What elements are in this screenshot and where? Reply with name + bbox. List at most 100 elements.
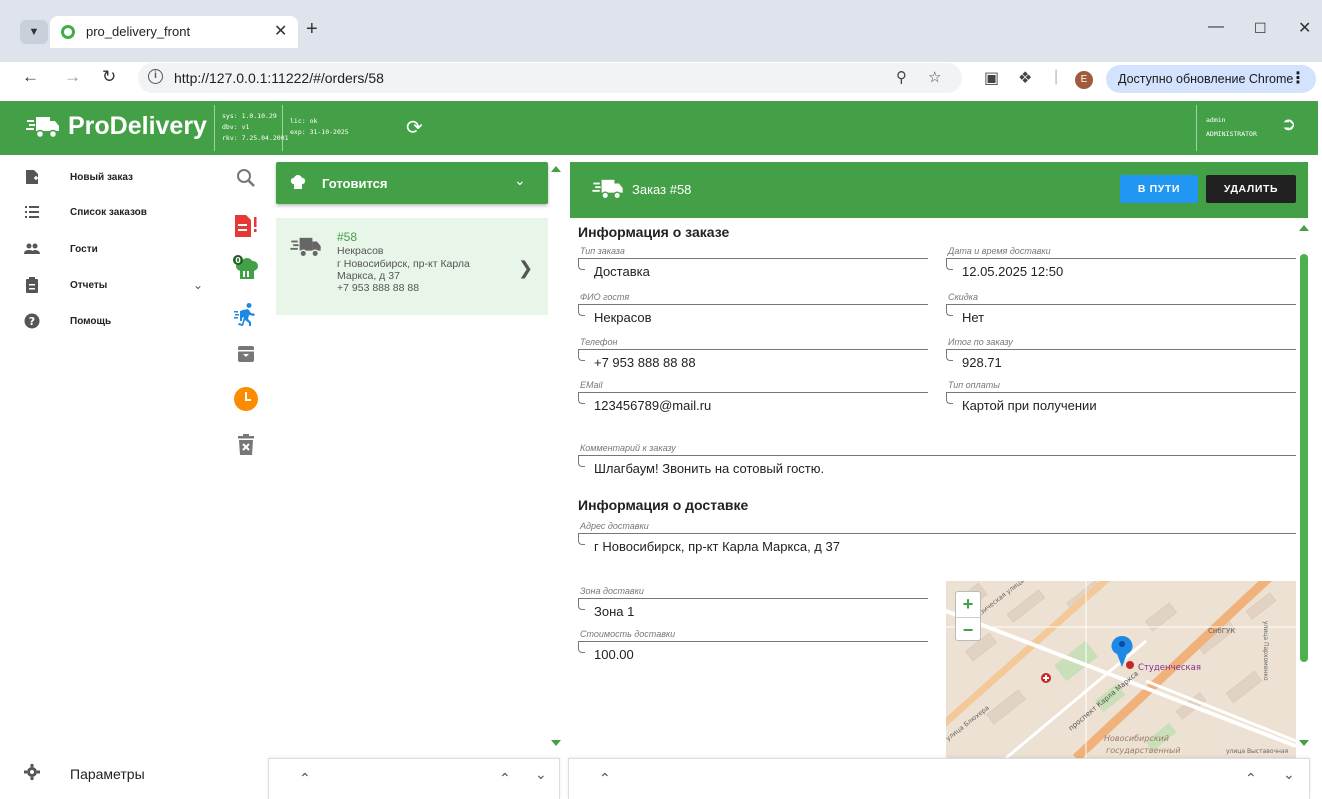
- nav-item-order-list[interactable]: Список заказов: [0, 200, 222, 230]
- url-text: http://127.0.0.1:11222/#/orders/58: [174, 70, 384, 86]
- site-info-icon[interactable]: i: [148, 69, 163, 84]
- delivery-map[interactable]: Студенческая СибГУК Новосибирский госуда…: [946, 581, 1296, 758]
- scheduled-tool[interactable]: [232, 386, 260, 414]
- url-field[interactable]: i http://127.0.0.1:11222/#/orders/58 ⚲ ☆: [138, 63, 962, 93]
- deleted-tool[interactable]: [232, 434, 260, 462]
- tab-title: pro_delivery_front: [86, 24, 191, 39]
- forward-icon[interactable]: →: [64, 67, 81, 87]
- detail-scroll-up-icon[interactable]: [1299, 225, 1309, 231]
- svg-text:государственный: государственный: [1106, 746, 1180, 755]
- tab-close-icon[interactable]: ✕: [274, 21, 287, 41]
- help-icon: ?: [24, 313, 40, 329]
- bookmark-star-icon[interactable]: ☆: [928, 68, 941, 86]
- delivery-info-heading: Информация о доставке: [578, 497, 749, 513]
- chevron-down-icon[interactable]: ⌄: [535, 766, 547, 783]
- chef-hat-icon: 0: [233, 255, 258, 279]
- tab-search-button[interactable]: ▼: [20, 20, 48, 44]
- archive-tool[interactable]: [232, 344, 260, 372]
- double-chevron-up-icon[interactable]: ⌃: [599, 770, 611, 787]
- window-close-icon[interactable]: ✕: [1298, 18, 1311, 38]
- header-divider: [1196, 105, 1197, 151]
- menu-dots-icon: ⋮: [1290, 70, 1306, 87]
- clipboard-icon: [26, 277, 38, 293]
- chevron-down-icon: ⌄: [514, 172, 526, 188]
- zoom-out-button[interactable]: −: [956, 617, 980, 641]
- screenshot-icon[interactable]: ▣: [984, 68, 999, 88]
- refresh-icon[interactable]: ⟳: [406, 115, 423, 140]
- chevron-up-icon[interactable]: ⌃: [499, 770, 511, 787]
- orders-scroll-up-icon[interactable]: [551, 166, 561, 172]
- order-number: #58: [337, 230, 358, 244]
- svg-text:улица Выставочная: улица Выставочная: [1226, 748, 1289, 755]
- truck-logo-icon: [26, 117, 59, 139]
- orders-scroll-down-icon[interactable]: [551, 740, 561, 746]
- cooking-tool[interactable]: 0: [232, 254, 260, 282]
- left-nav: Новый заказ Список заказов Гости Отчеты …: [0, 155, 222, 799]
- truck-icon: [290, 237, 321, 258]
- search-tool[interactable]: [232, 168, 260, 196]
- truck-icon: [592, 179, 623, 200]
- detail-scrollbar[interactable]: [1300, 254, 1308, 662]
- chevron-up-icon[interactable]: ⌃: [1245, 770, 1257, 787]
- nav-item-reports[interactable]: Отчеты ⌄: [0, 273, 222, 303]
- back-icon[interactable]: ←: [22, 67, 39, 87]
- status-filter-select[interactable]: Готовится ⌄: [276, 162, 548, 204]
- logout-icon[interactable]: ➲: [1281, 114, 1296, 135]
- people-icon: [24, 243, 40, 254]
- new-tab-icon[interactable]: +: [306, 18, 318, 41]
- order-address-line2: Маркса, д 37: [337, 270, 400, 282]
- chevron-down-icon[interactable]: ⌄: [1283, 766, 1295, 783]
- new-order-icon: [26, 170, 38, 184]
- chevron-right-icon: ❯: [518, 258, 534, 278]
- svg-text:улица Пархоменко: улица Пархоменко: [1262, 621, 1269, 681]
- running-courier-icon: [234, 303, 255, 327]
- status-filter-value: Готовится: [322, 176, 388, 191]
- app-header: ProDelivery sys: 1.0.10.29 dbv: v1 rkv: …: [0, 101, 1318, 155]
- map-tiles: Студенческая СибГУК Новосибирский госуда…: [946, 581, 1296, 758]
- nav-item-new-order[interactable]: Новый заказ: [0, 165, 222, 195]
- user-name: admin: [1206, 116, 1226, 124]
- svg-text:0: 0: [235, 256, 241, 265]
- new-orders-tool[interactable]: [232, 214, 260, 242]
- chevron-down-icon: ⌄: [193, 278, 204, 292]
- license-info: lic: ok exp: 31-10-2025: [290, 117, 349, 136]
- browser-toolbar: ← → ↻ i http://127.0.0.1:11222/#/orders/…: [0, 62, 1322, 96]
- detail-bottom-bar: ⌃ ⌃ ⌄: [568, 758, 1310, 799]
- chef-hat-icon: [290, 175, 306, 189]
- minimize-icon[interactable]: —: [1208, 18, 1224, 36]
- delete-button[interactable]: УДАЛИТЬ: [1206, 175, 1296, 203]
- courier-tool[interactable]: [232, 302, 260, 330]
- order-card[interactable]: #58 Некрасов г Новосибирск, пр-кт Карла …: [276, 218, 548, 315]
- svg-text:Студенческая: Студенческая: [1138, 663, 1201, 673]
- reload-icon[interactable]: ↻: [102, 67, 116, 87]
- archive-icon: [238, 346, 254, 362]
- trash-icon: [238, 434, 254, 455]
- header-divider: [214, 105, 215, 151]
- browser-tabstrip: ▼ pro_delivery_front ✕ + — ☐ ✕: [0, 0, 1322, 62]
- gear-icon: [24, 764, 40, 780]
- detail-scroll-down-icon[interactable]: [1299, 740, 1309, 746]
- tool-strip: 0: [224, 158, 268, 758]
- profile-avatar[interactable]: E: [1075, 71, 1093, 89]
- current-user: admin ADMINISTRATOR: [1206, 113, 1257, 141]
- order-address-line1: г Новосибирск, пр-кт Карла: [337, 258, 470, 270]
- browser-tab[interactable]: pro_delivery_front ✕: [50, 16, 298, 48]
- maximize-icon[interactable]: ☐: [1254, 20, 1267, 37]
- svg-text:Новосибирский: Новосибирский: [1104, 734, 1169, 743]
- nav-item-settings[interactable]: Параметры: [0, 760, 222, 790]
- order-phone: +7 953 888 88 88: [337, 282, 420, 294]
- on-the-way-button[interactable]: В ПУТИ: [1120, 175, 1198, 203]
- zoom-icon[interactable]: ⚲: [896, 68, 907, 86]
- order-guest-name: Некрасов: [337, 245, 384, 257]
- svg-text:СибГУК: СибГУК: [1208, 627, 1235, 635]
- order-detail-title: Заказ #58: [632, 182, 692, 197]
- chrome-update-button[interactable]: Доступно обновление Chrome ⋮: [1106, 65, 1316, 93]
- double-chevron-up-icon[interactable]: ⌃: [299, 770, 311, 787]
- search-icon: [237, 169, 255, 187]
- nav-item-help[interactable]: ? Помощь: [0, 309, 222, 339]
- nav-item-guests[interactable]: Гости: [0, 237, 222, 267]
- toolbar-divider: |: [1054, 68, 1059, 85]
- brand-name: ProDelivery: [68, 112, 207, 140]
- extensions-icon[interactable]: ❖: [1018, 68, 1032, 88]
- zoom-in-button[interactable]: +: [956, 592, 980, 616]
